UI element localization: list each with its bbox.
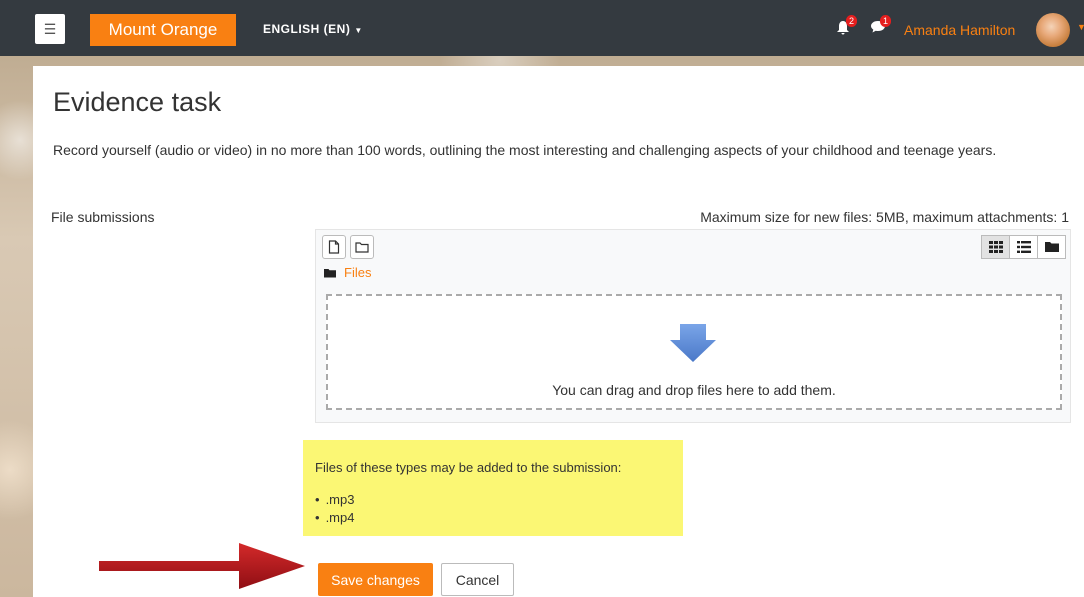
folder-icon [324,268,336,277]
list-icon [1016,241,1031,253]
view-mode-group [981,235,1066,259]
site-brand-link[interactable]: Mount Orange [90,14,236,46]
notifications-badge: 2 [846,15,858,27]
caret-down-icon: ▼ [354,26,363,35]
messages-badge: 1 [880,15,892,27]
menu-toggle-button[interactable]: ☰ [35,14,65,44]
notifications-button[interactable]: 2 [836,15,858,39]
download-arrow-icon [670,324,716,362]
add-file-button[interactable] [322,235,346,259]
list-item: .mp3 [315,491,671,509]
language-menu[interactable]: ENGLISH (EN) ▼ [263,22,363,36]
view-tree-button[interactable] [1037,235,1066,259]
grid-icon [988,241,1003,253]
max-size-info: Maximum size for new files: 5MB, maximum… [700,209,1069,225]
list-item: .mp4 [315,509,671,527]
task-description: Record yourself (audio or video) in no m… [53,142,997,158]
cancel-button[interactable]: Cancel [441,563,514,596]
file-types-list: .mp3 .mp4 [315,491,671,527]
accepted-file-types: Files of these types may be added to the… [303,440,683,536]
hamburger-icon: ☰ [43,20,57,37]
drop-zone[interactable]: You can drag and drop files here to add … [326,294,1062,410]
file-manager: Files You can drag and drop files here t… [315,229,1071,423]
folder-icon [355,242,369,253]
save-changes-button[interactable]: Save changes [318,563,433,596]
file-icon [328,240,340,254]
file-types-heading: Files of these types may be added to the… [315,460,622,475]
breadcrumb: Files [324,265,371,280]
page-title: Evidence task [53,87,222,117]
caret-down-icon[interactable]: ▼ [1077,22,1084,32]
view-list-button[interactable] [1009,235,1038,259]
user-name[interactable]: Amanda Hamilton [904,22,1015,38]
red-arrow-annotation [99,543,305,589]
language-label: ENGLISH (EN) [263,22,351,36]
avatar[interactable] [1036,13,1070,47]
messages-button[interactable]: 1 [870,15,892,38]
breadcrumb-files-link[interactable]: Files [344,265,371,280]
folder-icon [1044,242,1059,252]
drop-zone-text: You can drag and drop files here to add … [552,382,836,398]
file-submissions-label: File submissions [51,209,155,225]
main-content: Evidence task Record yourself (audio or … [33,66,1084,597]
view-icons-button[interactable] [981,235,1010,259]
create-folder-button[interactable] [350,235,374,259]
navbar: ☰ Mount Orange ENGLISH (EN) ▼ 2 1 Amanda … [0,0,1084,56]
